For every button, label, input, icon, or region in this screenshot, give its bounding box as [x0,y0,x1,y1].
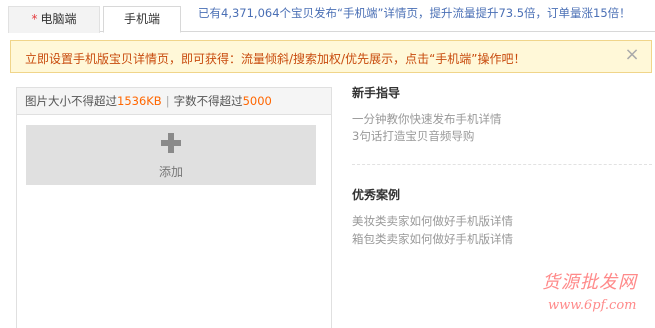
tab-pc[interactable]: * 电脑端 [8,6,100,33]
required-mark: * [31,12,38,26]
editor-limits-header: 图片大小不得超过1536KB | 字数不得超过5000 [17,88,331,115]
word-limit-value: 5000 [242,94,272,108]
tab-pc-label: 电脑端 [40,12,77,26]
tab-mobile-label: 手机端 [123,12,160,26]
add-content-button[interactable]: 添加 [26,125,316,185]
section-divider [352,164,652,165]
image-limit-label: 图片大小不得超过 [25,94,117,108]
guide-title: 新手指导 [352,86,401,100]
alert-text: 立即设置手机版宝贝详情页，即可获得：流量倾斜/搜索加权/优先展示，点击“手机端”… [25,52,526,66]
case-link-beauty[interactable]: 美妆类卖家如何做好手机版详情 [352,213,513,229]
tab-mobile[interactable]: 手机端 [103,6,181,33]
image-limit-value: 1536KB [117,94,162,108]
watermark-url: www.6pf.com [548,298,637,313]
mobile-publish-notice: 已有4,371,064个宝贝发布“手机端”详情页，提升流量提升73.5倍，订单量… [198,6,631,20]
add-label: 添加 [158,165,183,179]
mobile-detail-alert: 立即设置手机版宝贝详情页，即可获得：流量倾斜/搜索加权/优先展示，点击“手机端”… [10,40,652,73]
guide-link-audio-shopping[interactable]: 3句话打造宝贝音频导购 [352,128,474,144]
site-watermark: 货源批发网 www.6pf.com [536,268,655,328]
word-limit-label: 字数不得超过 [173,94,243,108]
limit-separator: | [165,94,170,108]
guide-link-quick-publish[interactable]: 一分钟教你快速发布手机详情 [352,111,502,127]
detail-tabs: * 电脑端 手机端 已有4,371,064个宝贝发布“手机端”详情页，提升流量提升… [8,0,655,33]
watermark-title: 货源批发网 [542,272,637,293]
plus-icon [161,133,181,153]
case-link-bags[interactable]: 箱包类卖家如何做好手机版详情 [352,231,513,247]
close-icon[interactable]: × [623,46,641,64]
cases-title: 优秀案例 [352,188,401,202]
mobile-detail-editor: 图片大小不得超过1536KB | 字数不得超过5000 添加 [16,87,332,328]
